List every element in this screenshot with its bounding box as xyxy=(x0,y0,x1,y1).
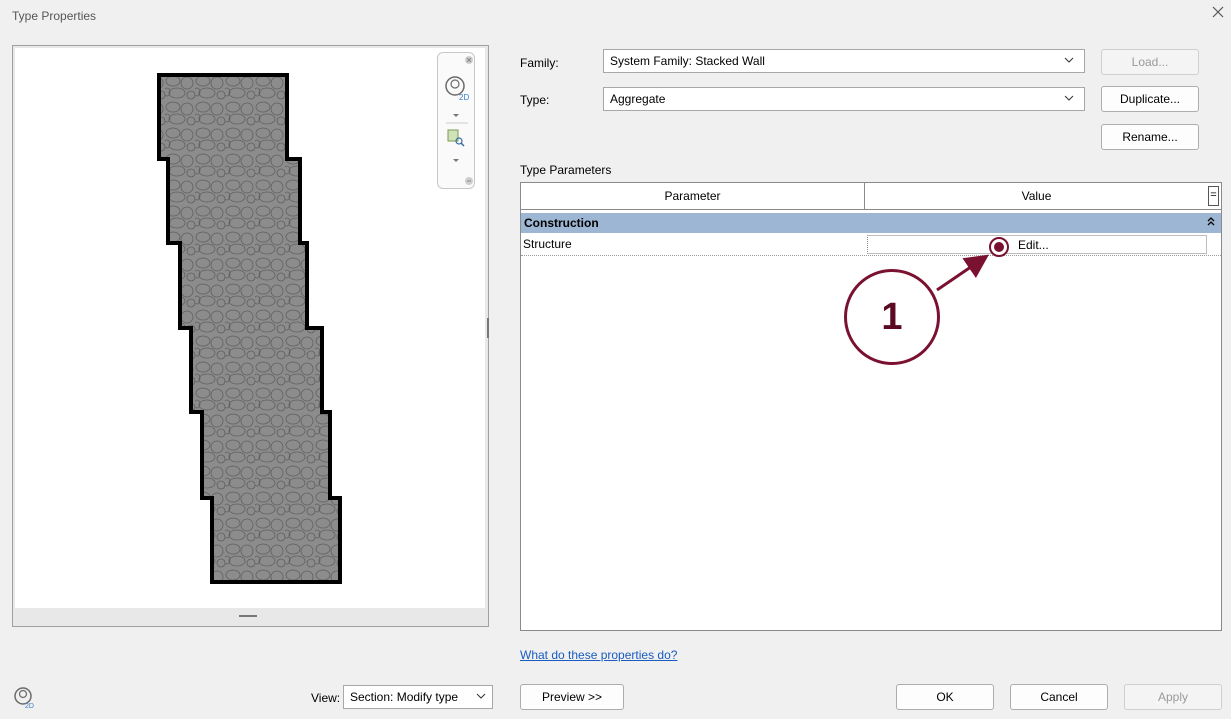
svg-text:2D: 2D xyxy=(459,93,469,102)
load-button[interactable]: Load... xyxy=(1101,49,1199,75)
family-select[interactable]: System Family: Stacked Wall xyxy=(603,49,1085,73)
chevron-down-icon xyxy=(476,693,486,699)
preview-pane xyxy=(12,45,489,627)
group-row-construction[interactable]: Construction xyxy=(521,213,1221,233)
group-name: Construction xyxy=(524,216,599,230)
cancel-button[interactable]: Cancel xyxy=(1010,684,1108,710)
view-select[interactable]: Section: Modify type xyxy=(343,685,493,709)
view-label: View: xyxy=(311,691,341,705)
splitter-grip xyxy=(239,615,257,617)
chevron-down-icon xyxy=(1064,57,1074,63)
view-value: Section: Modify type xyxy=(350,690,459,704)
ok-button[interactable]: OK xyxy=(896,684,994,710)
collapse-icon[interactable] xyxy=(1207,213,1215,233)
edit-label: Edit... xyxy=(1018,238,1049,252)
close-icon[interactable] xyxy=(1211,5,1225,19)
preview-horizontal-splitter[interactable] xyxy=(15,608,485,624)
formula-column-toggle[interactable]: = xyxy=(1208,186,1219,206)
column-header-value[interactable]: Value xyxy=(865,183,1208,209)
help-link[interactable]: What do these properties do? xyxy=(520,648,677,662)
annotation-callout-number: 1 xyxy=(844,269,940,365)
rename-button[interactable]: Rename... xyxy=(1101,124,1199,150)
family-value: System Family: Stacked Wall xyxy=(610,54,765,68)
preview-canvas[interactable] xyxy=(15,48,485,608)
family-label: Family: xyxy=(520,56,559,70)
close-navbar-icon[interactable] xyxy=(465,56,473,64)
vertical-splitter-grip[interactable] xyxy=(487,318,489,338)
zoom-region-icon[interactable] xyxy=(447,129,465,147)
table-row[interactable]: Structure Edit... xyxy=(521,234,1221,256)
column-header-parameter[interactable]: Parameter xyxy=(521,183,865,209)
svg-text:2D: 2D xyxy=(25,703,34,710)
navbar-options-icon[interactable] xyxy=(465,177,473,185)
dropdown-arrow-icon xyxy=(453,114,459,117)
dialog-title: Type Properties xyxy=(12,9,97,23)
parameter-name: Structure xyxy=(523,237,572,251)
type-value: Aggregate xyxy=(610,92,666,106)
preview-button[interactable]: Preview >> xyxy=(520,684,624,710)
type-parameters-heading: Type Parameters xyxy=(520,163,612,177)
type-label: Type: xyxy=(520,93,550,107)
grid-header: Parameter Value = xyxy=(521,183,1221,210)
navigation-bar: 2D xyxy=(437,52,475,189)
2d-steering-wheel-icon[interactable]: 2D xyxy=(12,686,36,710)
stacked-wall-section-drawing xyxy=(157,73,342,584)
annotation-marker-dot xyxy=(994,242,1004,252)
duplicate-button[interactable]: Duplicate... xyxy=(1101,86,1199,112)
type-select[interactable]: Aggregate xyxy=(603,87,1085,111)
apply-button[interactable]: Apply xyxy=(1124,684,1222,710)
dropdown-arrow-icon xyxy=(453,159,459,162)
2d-steering-wheel-icon[interactable]: 2D xyxy=(445,76,469,102)
type-parameters-grid: Parameter Value = Construction Structure… xyxy=(520,182,1222,631)
chevron-down-icon xyxy=(1064,95,1074,101)
